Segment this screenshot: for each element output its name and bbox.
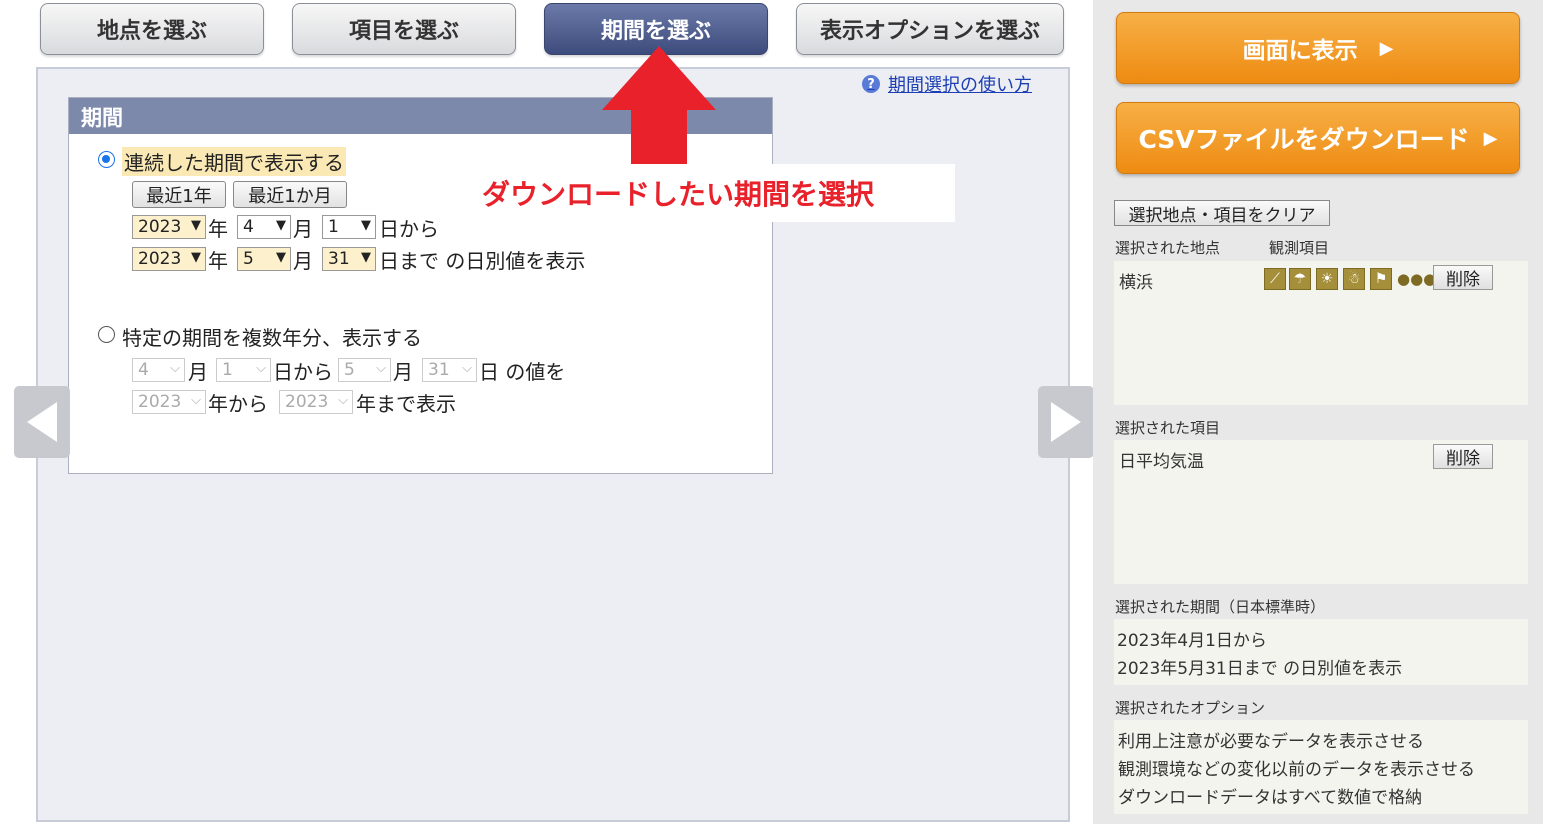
csv-download-button[interactable]: CSVファイルをダウンロード ▶ [1116,102,1520,174]
recent-month-button[interactable]: 最近1か月 [233,181,347,208]
option-item: 観測環境などの変化以前のデータを表示させる [1118,760,1475,780]
tab-select-options[interactable]: 表示オプションを選ぶ [796,3,1064,55]
multi-from-day-select[interactable]: 1 ⌵ [216,358,271,382]
from-day-select[interactable]: 1 ▼ [322,215,376,239]
multi-to-year-suffix: 年まで表示 [356,392,456,416]
delete-item-button[interactable]: 削除 [1433,444,1493,469]
annotation-callout: ダウンロードしたい期間を選択 [470,164,955,222]
from-year-select[interactable]: 2023 ▼ [132,215,206,239]
chevron-down-icon: ⌵ [256,361,266,376]
annotation-text: ダウンロードしたい期間を選択 [482,178,875,211]
sun-icon: ☀ [1316,268,1338,290]
play-arrow-icon: ▶ [1379,37,1394,59]
chevron-down-icon: ▼ [276,218,286,233]
chevron-down-icon: ⌵ [338,393,348,408]
multi-to-month-unit: 月 [393,360,413,384]
to-month-unit: 月 [293,249,313,273]
selected-period-caption: 選択された期間（日本標準時） [1115,598,1326,616]
multi-from-month-select[interactable]: 4 ⌵ [132,358,185,382]
delete-station-button[interactable]: 削除 [1433,265,1493,290]
prev-step-button[interactable] [14,386,70,458]
continuous-label[interactable]: 連続した期間で表示する [122,147,346,176]
observed-items-caption: 観測項目 [1269,239,1330,257]
recent-year-button[interactable]: 最近1年 [132,181,226,208]
chevron-down-icon: ▼ [361,250,371,265]
help-icon: ? [862,75,880,93]
chevron-down-icon: ⌵ [376,361,386,376]
selected-station-caption: 選択された地点 [1115,239,1221,257]
multi-from-day-suffix: 日から [273,360,333,384]
triangle-left-icon [27,402,57,442]
item-name: 日平均気温 [1119,452,1204,472]
more-icon: ●●● [1397,270,1437,288]
tab-select-station[interactable]: 地点を選ぶ [40,3,264,55]
to-day-select[interactable]: 31 ▼ [322,247,376,271]
multi-to-day-suffix: 日 の値を [479,360,566,384]
chevron-down-icon: ⌵ [191,393,201,408]
wind-icon: ⚑ [1370,268,1392,290]
multi-to-day-select[interactable]: 31 ⌵ [422,358,477,382]
help-link-text[interactable]: 期間選択の使い方 [888,71,1032,97]
period-summary-line1: 2023年4月1日から [1117,631,1267,651]
chevron-down-icon: ▼ [191,218,201,233]
from-month-select[interactable]: 4 ▼ [237,215,291,239]
tab-select-item[interactable]: 項目を選ぶ [292,3,516,55]
selected-items-caption: 選択された項目 [1115,419,1221,437]
multi-from-year-suffix: 年から [208,392,268,416]
help-link[interactable]: ? 期間選択の使い方 [862,71,1032,97]
chevron-down-icon: ⌵ [170,361,180,376]
multi-to-month-select[interactable]: 5 ⌵ [338,358,391,382]
multi-from-month-unit: 月 [188,360,208,384]
umbrella-icon: ☂ [1289,268,1311,290]
next-step-button[interactable] [1038,386,1094,458]
from-year-unit: 年 [208,217,228,241]
show-on-screen-button[interactable]: 画面に表示 ▶ [1116,12,1520,84]
from-month-unit: 月 [293,217,313,241]
chevron-down-icon: ▼ [361,218,371,233]
snowman-icon: ☃ [1343,268,1365,290]
station-name: 横浜 [1119,273,1153,293]
chevron-down-icon: ⌵ [462,361,472,376]
selected-options-caption: 選択されたオプション [1115,699,1266,717]
triangle-right-icon [1051,402,1081,442]
to-month-select[interactable]: 5 ▼ [237,247,291,271]
chevron-down-icon: ▼ [276,250,286,265]
chevron-down-icon: ▼ [191,250,201,265]
multi-to-year-select[interactable]: 2023 ⌵ [279,390,353,414]
to-year-unit: 年 [208,249,228,273]
multi-year-label[interactable]: 特定の期間を複数年分、表示する [122,322,422,351]
play-arrow-icon: ▶ [1483,127,1498,149]
precipitation-icon: ⟋ [1264,268,1286,290]
option-item: 利用上注意が必要なデータを表示させる [1118,732,1424,752]
continuous-radio[interactable] [98,151,115,168]
from-day-suffix: 日から [379,217,439,241]
to-day-suffix: 日まで の日別値を表示 [379,249,586,273]
multi-from-year-select[interactable]: 2023 ⌵ [132,390,206,414]
option-item: ダウンロードデータはすべて数値で格納 [1118,788,1423,808]
to-year-select[interactable]: 2023 ▼ [132,247,206,271]
multi-year-radio[interactable] [98,326,115,343]
period-summary-line2: 2023年5月31日まで の日別値を表示 [1117,659,1403,679]
clear-selection-button[interactable]: 選択地点・項目をクリア [1114,200,1330,226]
red-arrow-up-icon [602,46,716,164]
